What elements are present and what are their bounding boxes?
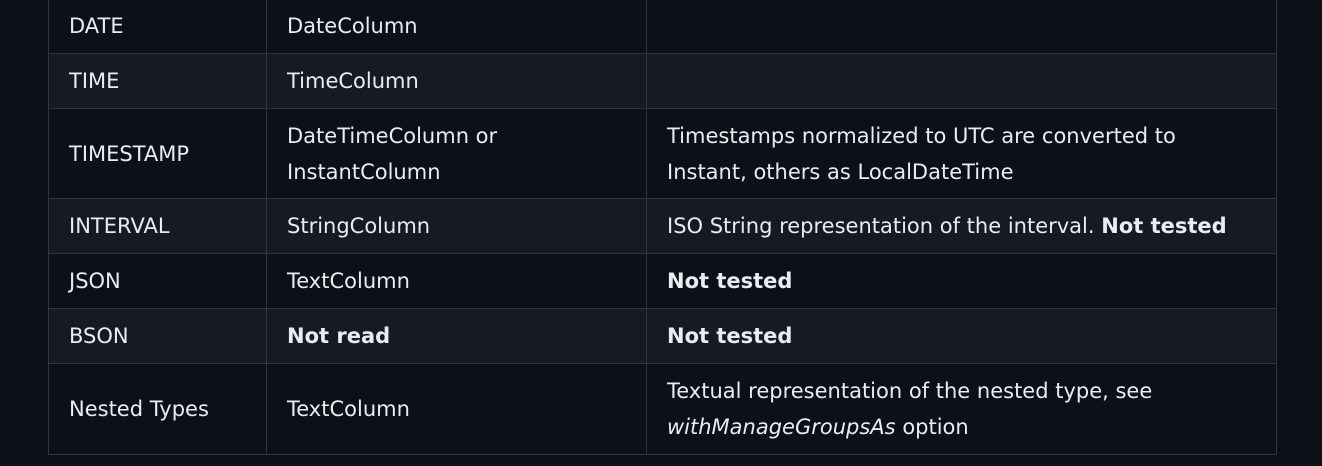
db-type-cell: TIMESTAMP — [48, 108, 267, 199]
column-type-cell: StringColumn — [266, 198, 647, 254]
db-type-cell: TIME — [48, 53, 267, 109]
db-type-cell: Nested Types — [48, 363, 267, 455]
table-row: TIMESTAMP DateTimeColumn or InstantColum… — [48, 108, 1277, 199]
notes-cell: Textual representation of the nested typ… — [646, 363, 1277, 455]
db-type-cell: BSON — [48, 308, 267, 364]
db-type-cell: DATE — [48, 0, 267, 54]
notes-cell — [646, 0, 1277, 54]
not-read-label: Not read — [266, 308, 647, 364]
table-row: Nested Types TextColumn Textual represen… — [48, 363, 1277, 455]
not-tested-label: Not tested — [1101, 214, 1227, 238]
table-row: BSON Not read Not tested — [48, 308, 1277, 364]
notes-text: ISO String representation of the interva… — [667, 214, 1095, 238]
notes-cell — [646, 53, 1277, 109]
db-type-cell: JSON — [48, 253, 267, 309]
column-type-cell: DateColumn — [266, 0, 647, 54]
notes-suffix: option — [902, 415, 969, 439]
not-tested-label: Not tested — [646, 308, 1277, 364]
notes-text: Textual representation of the nested typ… — [667, 379, 1153, 403]
table-row: INTERVAL StringColumn ISO String represe… — [48, 198, 1277, 254]
column-type-cell: TextColumn — [266, 253, 647, 309]
notes-cell: ISO String representation of the interva… — [646, 198, 1277, 254]
table-row: JSON TextColumn Not tested — [48, 253, 1277, 309]
db-type-cell: INTERVAL — [48, 198, 267, 254]
column-type-cell: TimeColumn — [266, 53, 647, 109]
table-row: TIME TimeColumn — [48, 53, 1277, 109]
not-tested-label: Not tested — [646, 253, 1277, 309]
notes-cell: Timestamps normalized to UTC are convert… — [646, 108, 1277, 199]
table-row: DATE DateColumn — [48, 0, 1277, 54]
column-type-cell: TextColumn — [266, 363, 647, 455]
type-mapping-table: DATE DateColumn TIME TimeColumn TIMESTAM… — [48, 0, 1277, 455]
column-type-cell: DateTimeColumn or InstantColumn — [266, 108, 647, 199]
option-name: withManageGroupsAs — [667, 415, 896, 439]
